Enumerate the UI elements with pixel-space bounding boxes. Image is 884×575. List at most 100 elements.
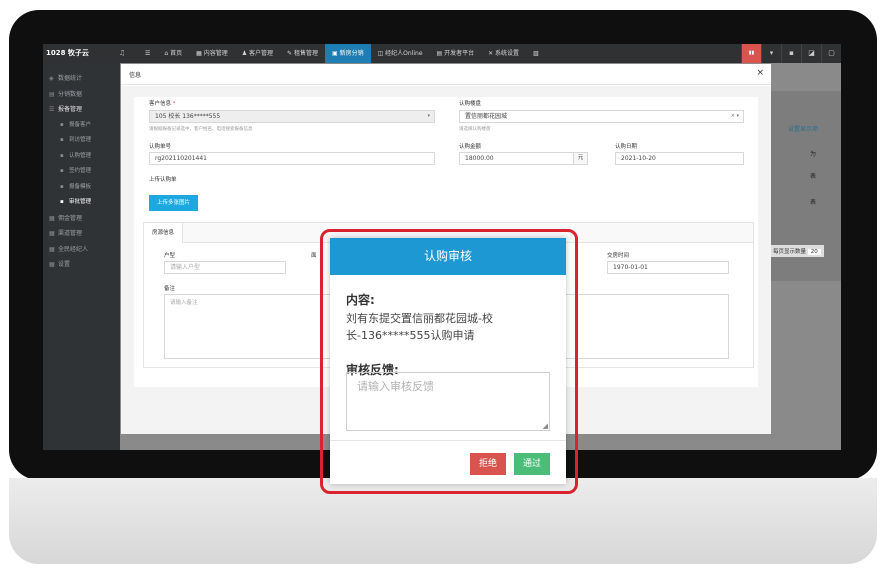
sidebar-item-commission[interactable]: ▦ 佣金管理 [43, 211, 120, 227]
sidebar-item-approval[interactable]: ▪ 审批管理 [43, 195, 120, 211]
sidebar-label: 报备客户 [69, 121, 92, 128]
page-size-value[interactable]: 20 [807, 249, 821, 255]
remark-label: 备注 [164, 286, 176, 292]
sidebar-item-report-customer[interactable]: ▪ 报备客户 [43, 118, 120, 134]
nav-content[interactable]: ▦ 内容管理 [189, 44, 235, 63]
grid-icon: ▦ [49, 245, 55, 253]
room-label: 户型 [164, 253, 176, 259]
nav-lease[interactable]: ✎ 租售管理 [280, 44, 325, 63]
project-select[interactable]: 置信丽都花园城 × ▾ [459, 110, 744, 123]
review-dialog: 认购审核 内容: 刘有东提交置信丽都花园城-校长-136*****555认购申请… [330, 238, 566, 484]
dropdown-icon[interactable]: ▾ [761, 44, 781, 63]
settings-display-link[interactable]: 设置显示项 [788, 124, 818, 133]
nav-label: 经纪人Online [385, 50, 423, 57]
date-input[interactable]: 2021-10-20 [615, 152, 744, 165]
label-text: 客户信息 [149, 101, 172, 107]
nav-settings[interactable]: ✕ 系统设置 [481, 44, 526, 63]
customer-select[interactable]: 105 校长 136*****555 ▾ [149, 110, 435, 123]
date-label: 认购日期 [615, 144, 638, 150]
fullscreen-icon[interactable]: ▢ [821, 44, 841, 63]
nav-agent-online[interactable]: ◫ 经纪人Online [371, 44, 430, 63]
upload-images-button[interactable]: 上传多张图片 [149, 195, 198, 211]
data-icon: ▤ [49, 90, 55, 98]
grid-icon: ▦ [49, 261, 55, 268]
sidebar-item-visit[interactable]: ▪ 到访管理 [43, 133, 120, 149]
nav-label: 首页 [170, 50, 183, 57]
bg-row-label: 为 [810, 151, 817, 158]
nav-distribution[interactable]: ▣ 新房分销 [324, 44, 371, 63]
sidebar-item-template[interactable]: ▪ 报备模板 [43, 180, 120, 196]
resize-grip-icon[interactable]: ◢ [543, 422, 548, 430]
sidebar-label: 签约管理 [69, 168, 92, 174]
area-label: 面 [311, 253, 317, 259]
bg-row-label: 表 [810, 199, 817, 206]
modal-header: 信息 × [121, 64, 771, 85]
required-mark: * [172, 101, 176, 107]
grid-icon: ▦ [49, 230, 55, 237]
nav-label: 内容管理 [203, 50, 228, 57]
customer-hint: 请根据报备记录选中，客户姓名、电话搜索报备信息 [149, 127, 253, 132]
dialog-title: 认购审核 [330, 238, 566, 275]
avatar[interactable]: ▮▮ [741, 44, 761, 63]
caret-icon: ▾ [427, 113, 430, 119]
room-placeholder: 请输入户型 [170, 264, 201, 271]
bg-row-label: 表 [810, 173, 817, 180]
page-size-control[interactable]: 每页显示数量 20 [770, 245, 824, 257]
pass-button[interactable]: 通过 [514, 453, 550, 475]
sidebar-item-dist-data[interactable]: ▤ 分销数据 [43, 87, 120, 103]
reject-button[interactable]: 拒绝 [470, 453, 506, 475]
top-right-tools: ▮▮ ▾ ▪ ◪ ▢ [741, 44, 841, 63]
list-icon: ☰ [49, 106, 55, 113]
tab-room-info[interactable]: 房源信息 [144, 223, 184, 243]
amount-input[interactable]: 18000.00 元 [459, 152, 588, 165]
modal-title: 信息 [129, 72, 142, 79]
sidebar-label: 渠道管理 [58, 230, 83, 237]
nav-customer[interactable]: ♟ 客户管理 [235, 44, 280, 63]
feedback-textarea[interactable]: 请输入审核反馈 ◢ [346, 372, 550, 431]
order-input[interactable]: rg202110201441 [149, 152, 435, 165]
sidebar-label: 数据统计 [58, 75, 83, 82]
project-label: 认购楼盘 [459, 101, 482, 107]
sidebar-item-subscribe[interactable]: ▪ 认购管理 [43, 149, 120, 165]
sidebar-item-settings[interactable]: ▦ 设置 [43, 257, 120, 273]
nav-developer[interactable]: ▤ 开发者平台 [430, 44, 482, 63]
room-input[interactable]: 请输入户型 [164, 261, 286, 274]
remark-placeholder: 请输入备注 [170, 300, 198, 306]
nav-label: 开发者平台 [444, 50, 475, 57]
page-size-label: 每页显示数量 [773, 249, 807, 255]
clear-caret-icon[interactable]: × ▾ [731, 111, 739, 122]
nav-menu-icon[interactable]: ☰ [138, 44, 157, 63]
close-icon[interactable]: × [756, 68, 764, 78]
grid-icon: ▦ [49, 214, 55, 222]
sidebar-label: 认购管理 [69, 152, 92, 159]
sidebar-item-contract[interactable]: ▪ 签约管理 [43, 164, 120, 180]
chart-icon: ◈ [49, 75, 54, 82]
handover-input[interactable]: 1970-01-01 [607, 261, 729, 274]
nav-label: 系统设置 [495, 50, 520, 57]
trash-icon[interactable]: ▪ [781, 44, 801, 63]
sidebar-item-stats[interactable]: ◈ 数据统计 [43, 71, 120, 87]
sidebar-item-report[interactable]: ☰ 报备管理 [43, 102, 120, 118]
sidebar-label: 全民经纪人 [58, 245, 89, 253]
square-icon: ▪ [60, 121, 64, 128]
sidebar-label: 到访管理 [69, 137, 92, 143]
content-text: 刘有东提交置信丽都花园城-校长-136*****555认购申请 [346, 312, 493, 342]
square-icon: ▪ [60, 183, 64, 190]
sidebar-label: 分销数据 [58, 90, 83, 98]
upload-label: 上传认购单 [149, 177, 177, 183]
square-icon: ▪ [60, 137, 64, 143]
sidebar-item-channel[interactable]: ▦ 渠道管理 [43, 226, 120, 242]
top-bar: 1028 牧子云 ♫ ☰ ⌂ 首页 ▦ 内容管理 ♟ 客户管理 ✎ 租售管理 ▣ … [43, 44, 841, 63]
sidebar-item-agents[interactable]: ▦ 全民经纪人 [43, 242, 120, 258]
feedback-placeholder: 请输入审核反馈 [357, 380, 434, 393]
sidebar-label: 报备模板 [69, 183, 92, 190]
edit-icon[interactable]: ◪ [801, 44, 821, 63]
nav-home[interactable]: ⌂ 首页 [157, 44, 189, 63]
logo-text: 1028 牧子云 [46, 49, 89, 57]
nav-extra-icon[interactable]: ▧ [526, 44, 546, 63]
bell-icon[interactable]: ♫ [119, 44, 125, 63]
project-value: 置信丽都花园城 [465, 113, 508, 120]
square-icon: ▪ [60, 168, 64, 174]
app-logo: 1028 牧子云 ♫ [43, 44, 125, 63]
